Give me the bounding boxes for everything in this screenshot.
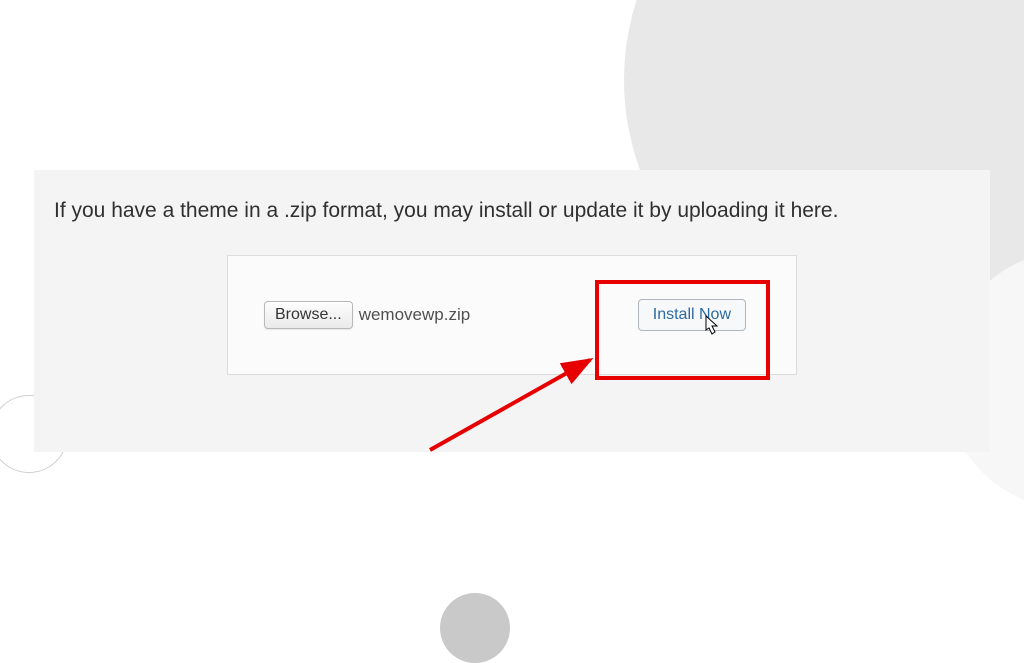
- decorative-circle: [440, 593, 510, 663]
- browse-button[interactable]: Browse...: [264, 301, 353, 329]
- file-chooser-group: Browse... wemovewp.zip: [264, 301, 470, 329]
- upload-theme-panel: If you have a theme in a .zip format, yo…: [34, 170, 990, 452]
- selected-filename: wemovewp.zip: [359, 305, 471, 325]
- upload-form: Browse... wemovewp.zip Install Now: [227, 255, 797, 375]
- instruction-text: If you have a theme in a .zip format, yo…: [54, 196, 970, 225]
- install-now-button[interactable]: Install Now: [638, 299, 746, 331]
